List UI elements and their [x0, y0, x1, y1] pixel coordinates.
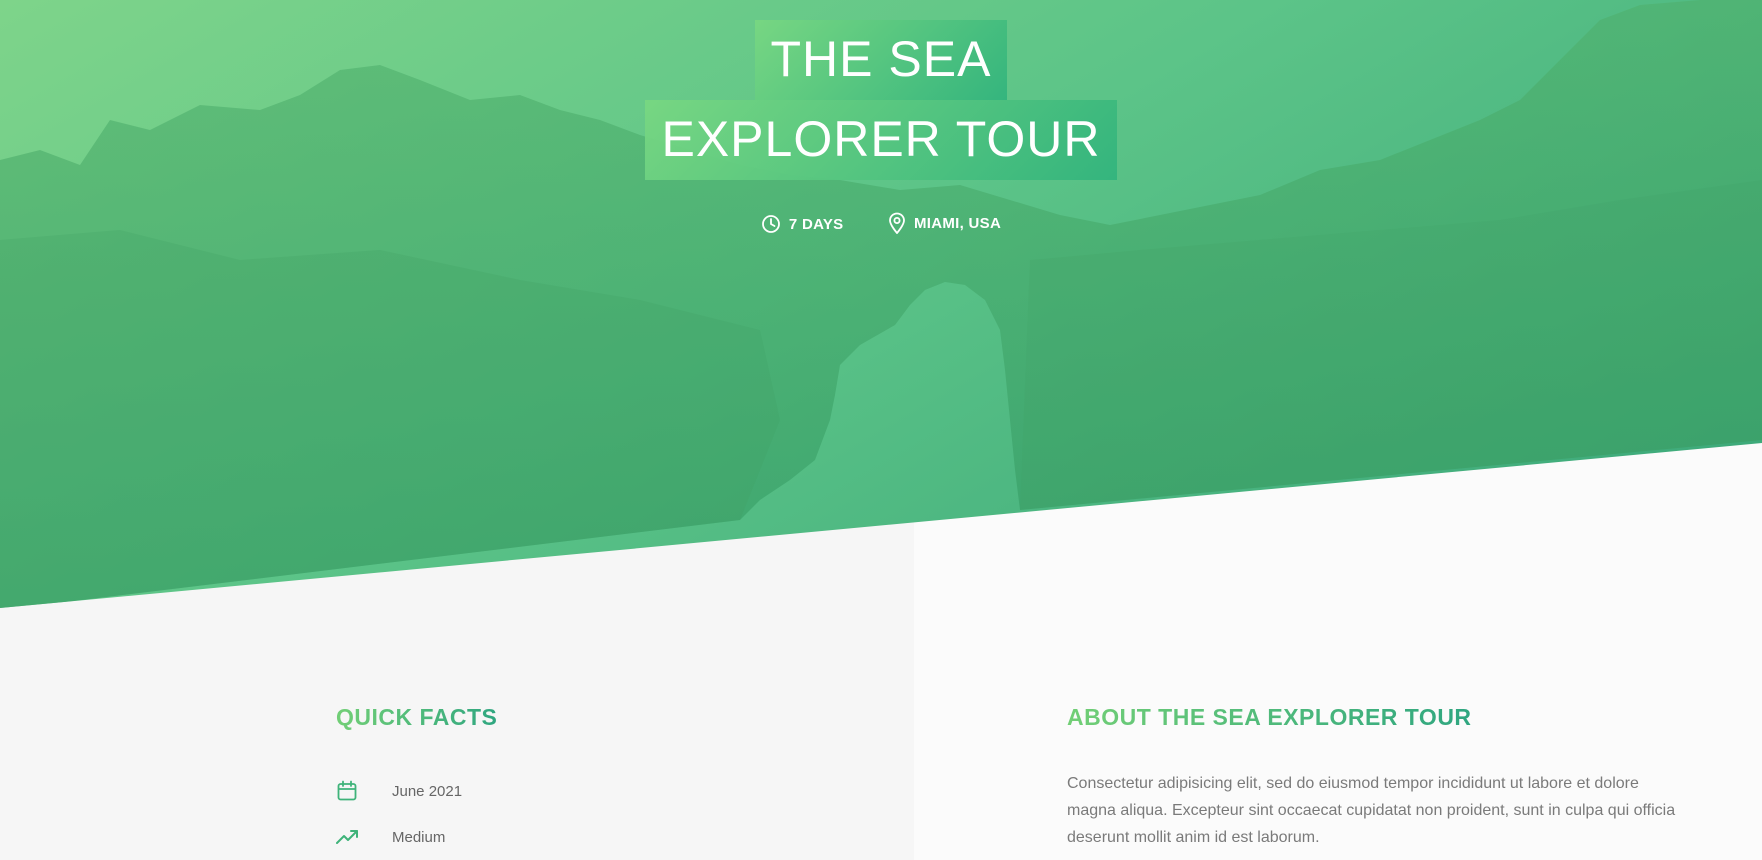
location-pin-icon: [889, 212, 905, 234]
duration-text: 7 DAYS: [788, 215, 844, 233]
hero-title-line1: THE SEA: [754, 20, 1008, 100]
list-item: Medium: [336, 814, 462, 860]
hero-title-line2: EXPLORER TOUR: [645, 100, 1117, 180]
about-description: Consectetur adipisicing elit, sed do eiu…: [1067, 775, 1676, 846]
clock-icon: [761, 215, 780, 233]
tour-meta: 7 DAYS MIAMI, USA: [0, 212, 1762, 238]
calendar-icon: [337, 780, 357, 801]
trending-up-icon: [336, 830, 358, 844]
quick-facts-list: June 2021 Medium: [336, 768, 462, 860]
list-item: June 2021: [336, 768, 462, 814]
quick-facts-heading: QUICK FACTS: [336, 704, 498, 730]
about-heading: ABOUT THE SEA EXPLORER TOUR: [1067, 704, 1472, 730]
location-meta: MIAMI, USA: [888, 212, 1001, 234]
location-text: MIAMI, USA: [913, 214, 1002, 232]
duration-meta: 7 DAYS: [761, 214, 844, 234]
fact-difficulty: Medium: [392, 828, 446, 846]
fact-date: June 2021: [392, 782, 463, 800]
